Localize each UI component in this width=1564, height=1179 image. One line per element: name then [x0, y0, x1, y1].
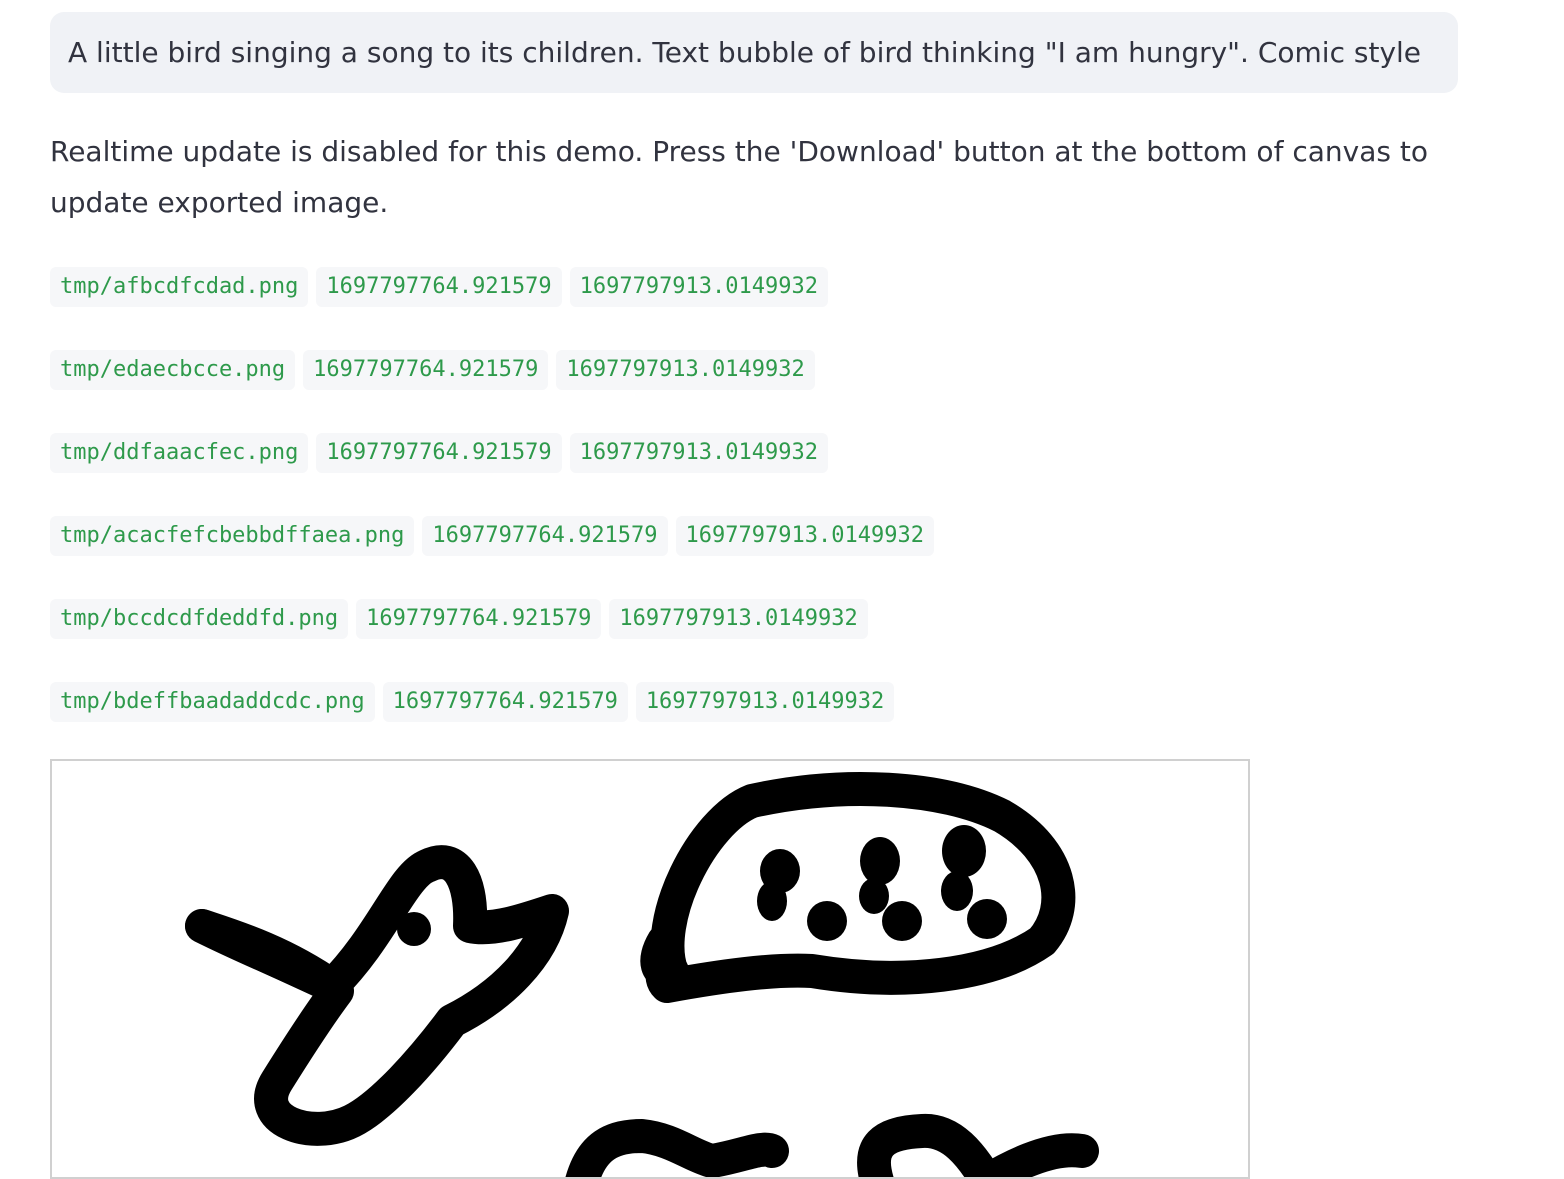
file-list: tmp/afbcdfcdad.png 1697797764.921579 169…: [50, 267, 934, 765]
timestamp-end: 1697797913.0149932: [569, 433, 829, 473]
file-path: tmp/acacfefcbebbdffaea.png: [50, 516, 415, 556]
bubble-marks: [757, 825, 1007, 941]
timestamp-start: 1697797764.921579: [422, 516, 668, 556]
file-row: tmp/afbcdfcdad.png 1697797764.921579 169…: [50, 267, 934, 307]
info-message: Realtime update is disabled for this dem…: [50, 135, 1428, 219]
file-row: tmp/acacfefcbebbdffaea.png 1697797764.92…: [50, 516, 934, 556]
file-path: tmp/afbcdfcdad.png: [50, 267, 309, 307]
sketch-drawing: [185, 772, 1099, 1177]
timestamp-end: 1697797913.0149932: [609, 599, 868, 639]
file-row: tmp/ddfaaacfec.png 1697797764.921579 169…: [50, 433, 934, 473]
file-row: tmp/edaecbcce.png 1697797764.921579 1697…: [50, 350, 934, 390]
child-bird-sketch-1: [565, 1119, 789, 1177]
file-path: tmp/bdeffbaadaddcdc.png: [50, 682, 375, 722]
file-path: tmp/edaecbcce.png: [50, 350, 296, 390]
file-path: tmp/ddfaaacfec.png: [50, 433, 309, 473]
file-row: tmp/bccdcdfdeddfd.png 1697797764.921579 …: [50, 599, 934, 639]
timestamp-start: 1697797764.921579: [356, 599, 602, 639]
file-path: tmp/bccdcdfdeddfd.png: [50, 599, 349, 639]
timestamp-end: 1697797913.0149932: [569, 267, 829, 307]
file-row: tmp/bdeffbaadaddcdc.png 1697797764.92157…: [50, 682, 934, 722]
prompt-text-box[interactable]: A little bird singing a song to its chil…: [50, 12, 1458, 93]
bird-sketch-body: [185, 845, 569, 1146]
timestamp-start: 1697797764.921579: [316, 267, 562, 307]
drawing-canvas[interactable]: [50, 759, 1250, 1179]
bird-eye: [397, 912, 431, 946]
speech-bubble: [645, 772, 1076, 1003]
child-bird-sketch-2: [857, 1114, 1099, 1177]
timestamp-start: 1697797764.921579: [382, 682, 628, 722]
timestamp-end: 1697797913.0149932: [556, 350, 815, 390]
timestamp-start: 1697797764.921579: [303, 350, 549, 390]
bubble-tail: [640, 924, 689, 989]
timestamp-end: 1697797913.0149932: [675, 516, 934, 556]
timestamp-start: 1697797764.921579: [316, 433, 562, 473]
prompt-text: A little bird singing a song to its chil…: [68, 36, 1422, 69]
timestamp-end: 1697797913.0149932: [635, 682, 895, 722]
